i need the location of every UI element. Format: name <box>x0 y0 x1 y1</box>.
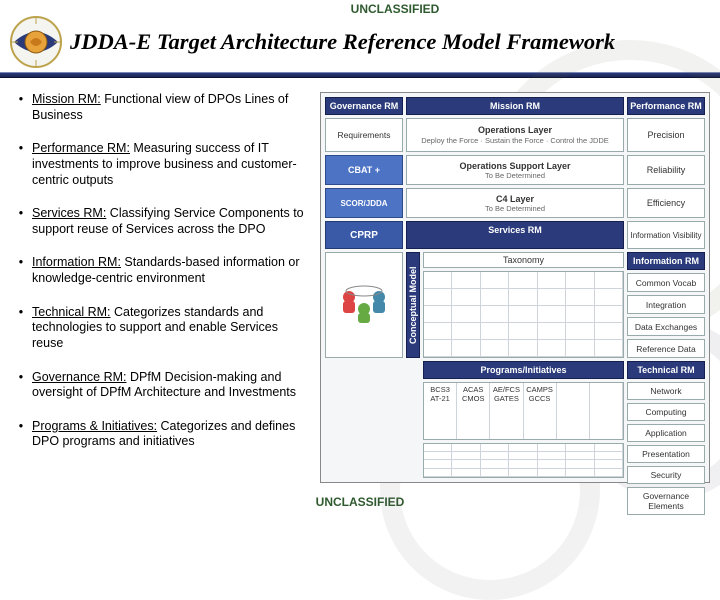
tech-security-cell: Security <box>627 466 705 484</box>
page-title: JDDA-E Target Architecture Reference Mod… <box>70 29 615 55</box>
services-rm-header: Services RM <box>406 221 624 249</box>
classification-bottom: UNCLASSIFIED <box>0 489 720 509</box>
org-seal-icon <box>10 16 62 68</box>
info-visibility-cell: Information Visibility <box>627 221 705 249</box>
requirements-cell: Requirements <box>325 118 403 152</box>
performance-rm-header: Performance RM <box>627 97 705 115</box>
tech-governance-cell: Governance Elements <box>627 487 705 515</box>
cprp-cell: CPRP <box>325 221 403 249</box>
content-area: •Mission RM: Functional view of DPOs Lin… <box>0 78 720 489</box>
reference-model-diagram: Governance RM Mission RM Performance RM … <box>320 92 710 483</box>
classification-top: UNCLASSIFIED <box>351 2 440 16</box>
reliability-cell: Reliability <box>627 155 705 185</box>
scor-cell: SCOR/JDDA <box>325 188 403 218</box>
programs-header: Programs/Initiatives <box>423 361 624 379</box>
information-rm-header: Information RM <box>627 252 705 270</box>
conceptual-model-label: Conceptual Model <box>406 252 420 358</box>
ops-support-cell: Operations Support Layer To Be Determine… <box>406 155 624 185</box>
integration-cell: Integration <box>627 295 705 314</box>
tech-network-cell: Network <box>627 382 705 400</box>
title-row: JDDA-E Target Architecture Reference Mod… <box>6 16 714 68</box>
taxonomy-cell: Taxonomy <box>423 252 624 268</box>
common-vocab-cell: Common Vocab <box>627 273 705 292</box>
mission-rm-header: Mission RM <box>406 97 624 115</box>
technical-rm-header: Technical RM <box>627 361 705 379</box>
precision-cell: Precision <box>627 118 705 152</box>
people-cluster-icon <box>325 252 403 358</box>
programs-row: BCS3 AT-21 ACAS CMOS AE/FCS GATES CAMPS … <box>423 382 624 440</box>
c4-layer-cell: C4 Layer To Be Determined <box>406 188 624 218</box>
efficiency-cell: Efficiency <box>627 188 705 218</box>
cbat-cell: CBAT + <box>325 155 403 185</box>
programs-grid <box>423 443 624 479</box>
bullet-list: •Mission RM: Functional view of DPOs Lin… <box>10 92 310 483</box>
taxonomy-grid <box>423 271 624 358</box>
data-exchanges-cell: Data Exchanges <box>627 317 705 336</box>
tech-application-cell: Application <box>627 424 705 442</box>
ops-layer-cell: Operations Layer Deploy the Force · Sust… <box>406 118 624 152</box>
governance-rm-header: Governance RM <box>325 97 403 115</box>
reference-data-cell: Reference Data <box>627 339 705 358</box>
tech-presentation-cell: Presentation <box>627 445 705 463</box>
tech-computing-cell: Computing <box>627 403 705 421</box>
